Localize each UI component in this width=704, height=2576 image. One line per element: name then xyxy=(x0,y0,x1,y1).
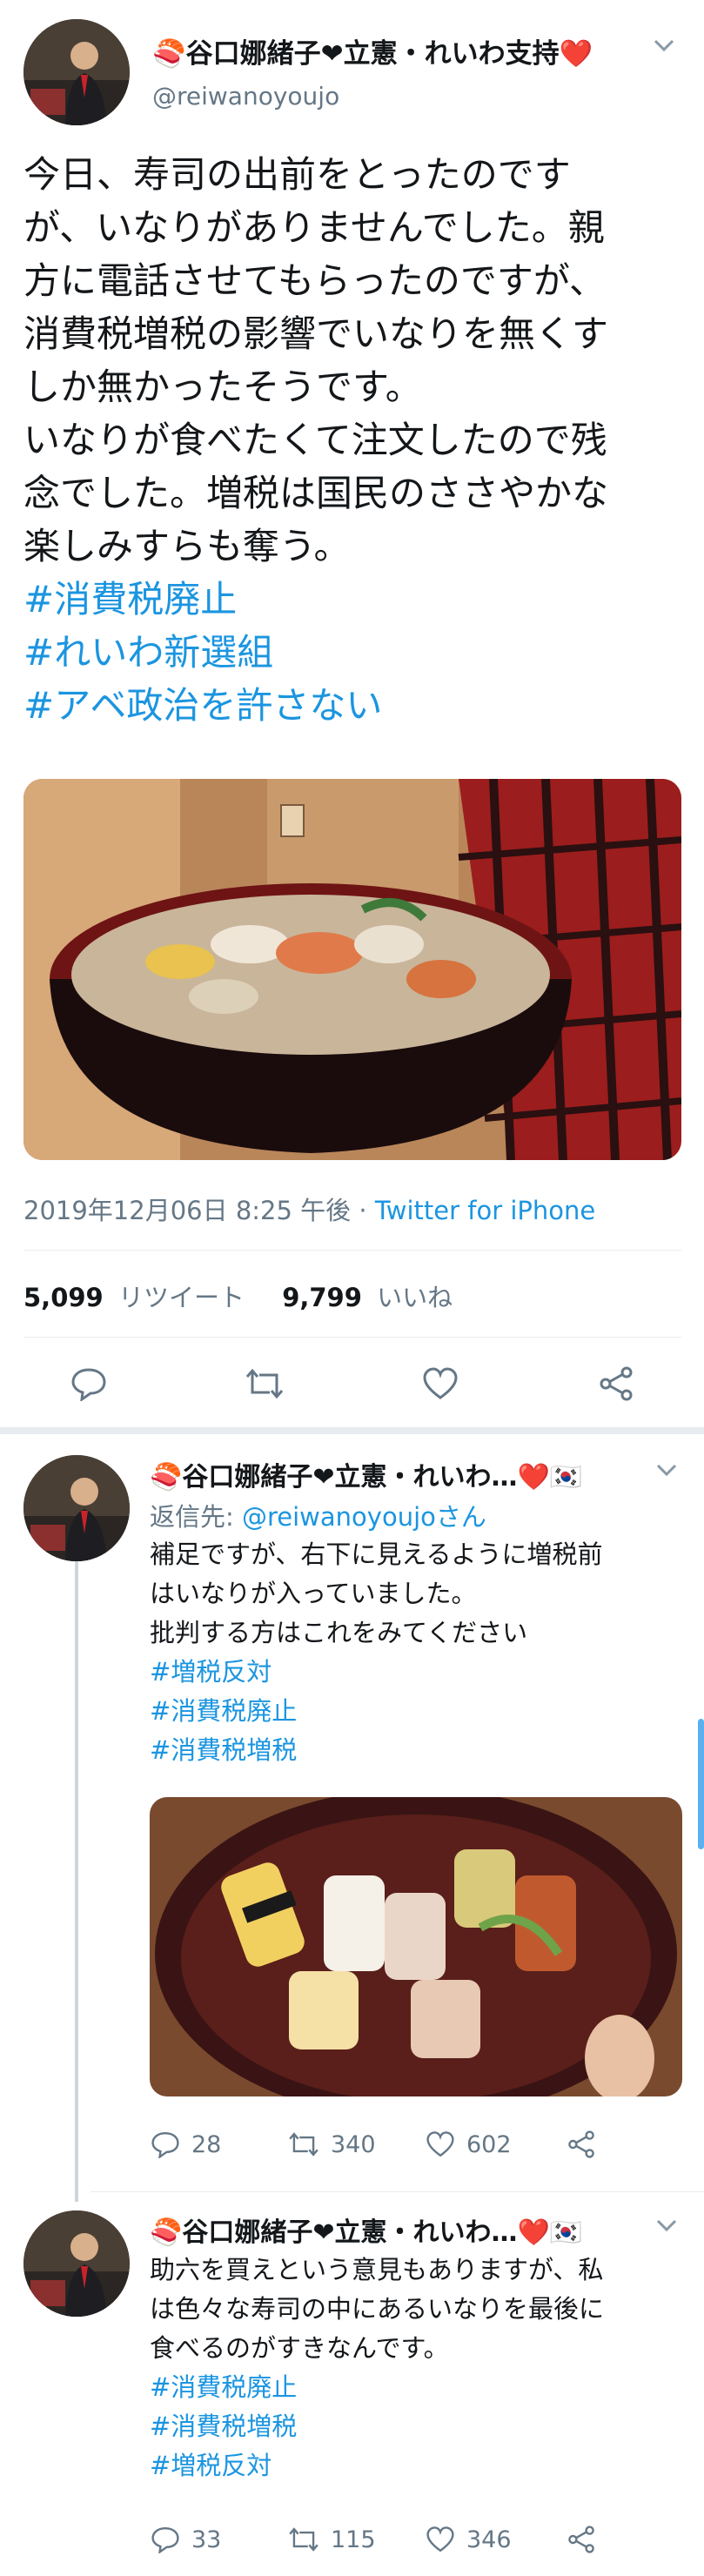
display-name[interactable]: 🍣谷口娜緒子❤立憲・れいわ支持❤️ xyxy=(152,31,640,70)
divider xyxy=(23,1250,681,1251)
like-icon[interactable] xyxy=(425,2526,456,2553)
hashtag-link[interactable]: #消費税増税 xyxy=(150,2407,689,2446)
like-icon[interactable] xyxy=(421,1366,459,1405)
tweet-body: 今日、寿司の出前をとったのです が、いなりがありませんでした。親 方に電話させて… xyxy=(23,148,685,732)
body-line: 助六を買えという意見もありますが、私 xyxy=(150,2255,604,2284)
body-line: 批判する方はこれをみてください xyxy=(150,1618,528,1647)
hashtag-link[interactable]: #消費税廃止 xyxy=(150,2368,689,2407)
retweet-icon[interactable] xyxy=(287,2130,320,2158)
body-line: 楽しみすらも奪う。 xyxy=(23,525,351,567)
reply-icon[interactable] xyxy=(150,2130,181,2158)
divider xyxy=(23,1337,681,1338)
retweet-action[interactable]: 340 xyxy=(287,2130,376,2158)
body-line: 方に電話させてもらったのですが、 xyxy=(23,259,607,302)
like-action[interactable]: 346 xyxy=(425,2526,512,2553)
body-line: 補足ですが、右下に見えるように増税前 xyxy=(150,1540,603,1569)
hashtag-link[interactable]: #消費税増税 xyxy=(150,1731,689,1770)
reply-to-label: 返信先: xyxy=(150,1502,242,1532)
reply-action[interactable]: 28 xyxy=(150,2130,221,2158)
body-line: が、いなりがありませんでした。親 xyxy=(23,206,605,249)
tweet-photo[interactable] xyxy=(23,779,681,1160)
avatar[interactable] xyxy=(23,1455,130,1561)
engagement-stats: 5,099 リツイート 9,799 いいね xyxy=(23,1278,453,1314)
tweet-body: 補足ですが、右下に見えるように増税前 はいなりが入っていました。 批判する方はこ… xyxy=(150,1535,689,1770)
share-icon[interactable] xyxy=(566,2526,597,2557)
share-icon[interactable] xyxy=(597,1366,635,1405)
body-line: 消費税増税の影響でいなりを無くす xyxy=(23,312,609,355)
reply-action[interactable]: 33 xyxy=(150,2526,221,2553)
retweet-action[interactable]: 115 xyxy=(287,2526,376,2553)
hashtag-link[interactable]: #アベ政治を許さない xyxy=(23,679,685,732)
scrollbar[interactable] xyxy=(698,1719,704,1849)
reply-to: 返信先: @reiwanoyoujoさん xyxy=(150,1497,486,1533)
divider xyxy=(91,2191,704,2192)
like-label[interactable]: いいね xyxy=(377,1283,453,1312)
hashtag-link[interactable]: #増税反対 xyxy=(150,2446,689,2485)
like-count[interactable]: 9,799 xyxy=(282,1283,362,1312)
retweet-label[interactable]: リツイート xyxy=(118,1283,245,1312)
avatar[interactable] xyxy=(23,2210,130,2317)
handle[interactable]: @reiwanoyoujo xyxy=(152,82,339,111)
timestamp[interactable]: 2019年12月06日 8:25 午後 · xyxy=(23,1196,375,1225)
body-line: は色々な寿司の中にあるいなりを最後に xyxy=(150,2294,605,2324)
chevron-down-icon[interactable] xyxy=(654,2216,679,2235)
hashtag-link[interactable]: #消費税廃止 xyxy=(150,1692,689,1731)
reply-to-handle[interactable]: @reiwanoyoujoさん xyxy=(242,1502,486,1532)
hashtag-link[interactable]: #増税反対 xyxy=(150,1653,689,1692)
retweet-count: 340 xyxy=(331,2130,376,2158)
reply-count: 33 xyxy=(191,2526,222,2553)
body-line: しか無かったそうです。 xyxy=(23,366,422,408)
like-icon[interactable] xyxy=(425,2130,456,2158)
reply-icon[interactable] xyxy=(150,2526,181,2553)
thread-line xyxy=(75,1560,78,2202)
tweet-photo[interactable] xyxy=(150,1797,682,2096)
tweet-body: 助六を買えという意見もありますが、私 は色々な寿司の中にあるいなりを最後に 食べ… xyxy=(150,2251,689,2485)
chevron-down-icon[interactable] xyxy=(654,1460,679,1479)
retweet-count: 115 xyxy=(331,2526,376,2553)
source-link[interactable]: Twitter for iPhone xyxy=(375,1196,595,1225)
display-name[interactable]: 🍣谷口娜緒子❤立憲・れいわ…❤️🇰🇷 xyxy=(150,1455,641,1493)
hashtag-link[interactable]: #れいわ新選組 xyxy=(23,626,685,679)
timestamp-line: 2019年12月06日 8:25 午後 · Twitter for iPhone xyxy=(23,1191,595,1227)
reply-count: 28 xyxy=(191,2130,222,2158)
body-line: 今日、寿司の出前をとったのです xyxy=(23,153,571,196)
section-divider xyxy=(0,1427,704,1434)
retweet-count[interactable]: 5,099 xyxy=(23,1283,104,1312)
retweet-icon[interactable] xyxy=(287,2526,320,2553)
like-count: 346 xyxy=(466,2526,512,2553)
display-name[interactable]: 🍣谷口娜緒子❤立憲・れいわ…❤️🇰🇷 xyxy=(150,2210,641,2249)
retweet-icon[interactable] xyxy=(244,1366,285,1405)
like-action[interactable]: 602 xyxy=(425,2130,512,2158)
body-line: 食べるのがすきなんです。 xyxy=(150,2333,449,2363)
like-count: 602 xyxy=(466,2130,512,2158)
body-line: 念でした。増税は国民のささやかな xyxy=(23,472,609,514)
reply-icon[interactable] xyxy=(70,1366,108,1405)
hashtag-link[interactable]: #消費税廃止 xyxy=(23,573,685,626)
share-icon[interactable] xyxy=(566,2130,597,2162)
chevron-down-icon[interactable] xyxy=(651,35,677,56)
avatar[interactable] xyxy=(23,19,130,125)
body-line: はいなりが入っていました。 xyxy=(150,1579,477,1608)
body-line: いなりが食べたくて注文したので残 xyxy=(23,419,607,461)
